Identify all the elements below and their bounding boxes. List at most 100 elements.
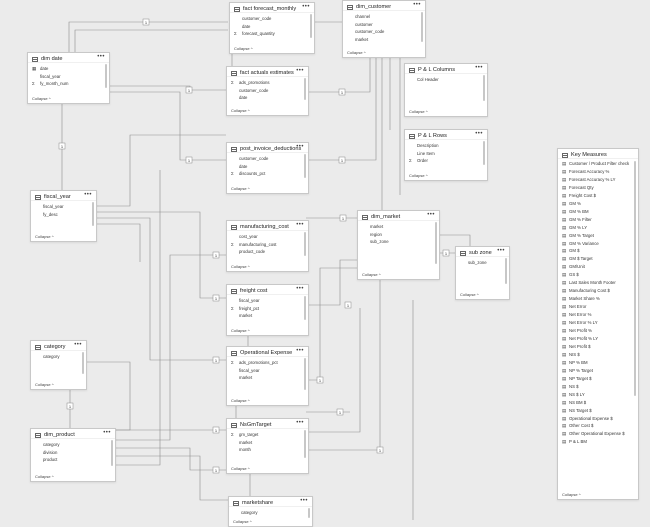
more-options-icon[interactable]: ••• bbox=[296, 222, 304, 228]
field-row[interactable]: market bbox=[231, 312, 302, 320]
table-card-dim-market[interactable]: dim_market ••• market region sub_zone Collaps… bbox=[357, 210, 440, 280]
measure-row[interactable]: ▤ Freight Cost $ bbox=[562, 192, 632, 200]
measure-row[interactable]: ▤ NS $ LY bbox=[562, 391, 632, 399]
measure-row[interactable]: ▤ NS BM $ bbox=[562, 399, 632, 407]
field-row[interactable]: fy_desc bbox=[35, 211, 90, 219]
scrollbar[interactable] bbox=[111, 440, 113, 466]
table-card-dim-customer[interactable]: dim_customer ••• channel customer customer_c… bbox=[342, 0, 426, 58]
table-card-pl-columns[interactable]: P & L Columns ••• Col Header Collapse ^ bbox=[404, 63, 488, 117]
more-options-icon[interactable]: ••• bbox=[97, 54, 105, 60]
table-card-fact-actuals-estimates[interactable]: fact actuals estimates ••• Σads_promotions… bbox=[226, 66, 309, 116]
field-row[interactable]: Σmanufacturing_cost bbox=[231, 241, 302, 249]
measure-row[interactable]: ▤ NP % BM bbox=[562, 359, 632, 367]
field-row[interactable]: category bbox=[35, 353, 80, 361]
more-options-icon[interactable]: ••• bbox=[296, 348, 304, 354]
field-row[interactable]: Col Header bbox=[409, 76, 481, 84]
field-row[interactable]: category bbox=[35, 441, 109, 449]
table-card-operational-expense[interactable]: Operational Expense ••• Σads_promotions_pc… bbox=[226, 346, 309, 406]
collapse-button[interactable]: Collapse ^ bbox=[231, 108, 250, 113]
scrollbar[interactable] bbox=[304, 358, 306, 390]
field-row[interactable]: customer_code bbox=[231, 155, 302, 163]
field-row[interactable]: category bbox=[233, 509, 306, 517]
measure-row[interactable]: ▤ NS Target $ bbox=[562, 407, 632, 415]
field-row[interactable]: product bbox=[35, 456, 109, 464]
measure-row[interactable]: ▤ Forecast Accuracy % LY bbox=[562, 176, 632, 184]
scrollbar[interactable] bbox=[310, 14, 312, 38]
measure-row[interactable]: ▤ GS $ bbox=[562, 271, 632, 279]
measure-row[interactable]: ▤ Market Share % bbox=[562, 295, 632, 303]
measure-row[interactable]: ▤ GM % Filter bbox=[562, 216, 632, 224]
measure-row[interactable]: ▤ Other Operational Expense $ bbox=[562, 430, 632, 438]
table-card-marketshare[interactable]: marketshare ••• category Collapse ^ bbox=[228, 496, 313, 527]
table-card-fact-forecast-monthly[interactable]: fact forecast_monthly ••• customer_code dat… bbox=[229, 2, 315, 54]
field-row[interactable]: market bbox=[231, 439, 302, 447]
field-row[interactable]: fiscal_year bbox=[35, 203, 90, 211]
table-card-dim-date[interactable]: dim date ••• ▦ date fiscal_year Σfy_month_num… bbox=[27, 52, 110, 104]
scrollbar[interactable] bbox=[304, 296, 306, 320]
measure-row[interactable]: ▤ Net Error bbox=[562, 303, 632, 311]
field-row[interactable]: customer bbox=[347, 21, 419, 29]
scrollbar[interactable] bbox=[82, 352, 84, 374]
collapse-button[interactable]: Collapse ^ bbox=[32, 96, 51, 101]
measure-row[interactable]: ▤ NIS $ bbox=[562, 351, 632, 359]
collapse-button[interactable]: Collapse ^ bbox=[35, 382, 54, 387]
field-row[interactable]: Σdiscounts_pct bbox=[231, 170, 302, 178]
collapse-button[interactable]: Collapse ^ bbox=[35, 474, 54, 479]
more-options-icon[interactable]: ••• bbox=[302, 4, 310, 10]
table-card-manufacturing-cost[interactable]: manufacturing_cost ••• cost_year Σmanufactu… bbox=[226, 220, 309, 272]
measure-row[interactable]: ▤ Customer / Product Filter check bbox=[562, 160, 632, 168]
field-row[interactable]: Σfy_month_num bbox=[32, 80, 103, 88]
field-row[interactable]: Line Item bbox=[409, 150, 481, 158]
field-row[interactable]: region bbox=[362, 231, 433, 239]
collapse-button[interactable]: Collapse ^ bbox=[231, 398, 250, 403]
scrollbar[interactable] bbox=[308, 508, 310, 518]
collapse-button[interactable]: Collapse ^ bbox=[231, 328, 250, 333]
more-options-icon[interactable]: ••• bbox=[497, 248, 505, 254]
collapse-button[interactable]: Collapse ^ bbox=[234, 46, 253, 51]
collapse-button[interactable]: Collapse ^ bbox=[231, 466, 250, 471]
more-options-icon[interactable]: ••• bbox=[296, 286, 304, 292]
collapse-button[interactable]: Collapse ^ bbox=[362, 272, 381, 277]
table-card-pl-rows[interactable]: P & L Rows ••• Description Line Item Σ Order C… bbox=[404, 129, 488, 181]
table-card-freight-cost[interactable]: freight cost ••• fiscal_year Σfreight_pct ma… bbox=[226, 284, 309, 336]
scrollbar[interactable] bbox=[505, 258, 507, 284]
more-options-icon[interactable]: ••• bbox=[103, 430, 111, 436]
measure-row[interactable]: ▤ GM % LY bbox=[562, 224, 632, 232]
scrollbar[interactable] bbox=[304, 430, 306, 458]
more-options-icon[interactable]: ••• bbox=[475, 131, 483, 137]
field-row[interactable]: fiscal_year bbox=[231, 367, 302, 375]
table-card-post-invoice-deductions[interactable]: post_invoice_deductions ••• customer_code d… bbox=[226, 142, 309, 194]
measure-row[interactable]: ▤ Net Profit % bbox=[562, 327, 632, 335]
scrollbar[interactable] bbox=[92, 202, 94, 226]
field-row[interactable]: product_code bbox=[231, 248, 302, 256]
model-diagram-canvas[interactable]: 11 11 11 11 11 11 11 11 11 fact forecast… bbox=[0, 0, 650, 527]
scrollbar[interactable] bbox=[105, 64, 107, 88]
more-options-icon[interactable]: ••• bbox=[296, 68, 304, 74]
measure-row[interactable]: ▤ P & L BM bbox=[562, 438, 632, 446]
collapse-button[interactable]: Collapse ^ bbox=[347, 50, 366, 55]
table-card-key-measures[interactable]: Key Measures ▤ Customer / Product Filter c… bbox=[557, 148, 639, 500]
measure-row[interactable]: ▤ Net Error % bbox=[562, 311, 632, 319]
field-row[interactable]: Description bbox=[409, 142, 481, 150]
field-row[interactable]: date bbox=[231, 163, 302, 171]
measure-row[interactable]: ▤ GM/Unit bbox=[562, 263, 632, 271]
field-row[interactable]: date bbox=[231, 94, 302, 102]
field-row[interactable]: Σads_promotions_pct bbox=[231, 359, 302, 367]
measure-row[interactable]: ▤ GM % Variance bbox=[562, 240, 632, 248]
scrollbar[interactable] bbox=[421, 12, 423, 42]
field-row[interactable]: Σforecast_quantity bbox=[234, 30, 308, 38]
measure-row[interactable]: ▤ Other Cost $ bbox=[562, 422, 632, 430]
table-card-category[interactable]: category ••• category Collapse ^ bbox=[30, 340, 87, 390]
scrollbar[interactable] bbox=[483, 75, 485, 101]
table-card-sub-zone[interactable]: sub zone ••• sub_zone Collapse ^ bbox=[455, 246, 510, 300]
field-row[interactable]: Σgm_target bbox=[231, 431, 302, 439]
measure-row[interactable]: ▤ Last Sales Month Footer bbox=[562, 279, 632, 287]
measure-row[interactable]: ▤ GM $ bbox=[562, 247, 632, 255]
field-row[interactable]: customer_code bbox=[231, 87, 302, 95]
measure-row[interactable]: ▤ NP Target $ bbox=[562, 375, 632, 383]
field-row[interactable]: fiscal_year bbox=[231, 297, 302, 305]
more-options-icon[interactable]: ••• bbox=[84, 192, 92, 198]
collapse-button[interactable]: Collapse ^ bbox=[562, 492, 581, 497]
field-row[interactable]: customer_code bbox=[234, 15, 308, 23]
field-row[interactable]: channel bbox=[347, 13, 419, 21]
